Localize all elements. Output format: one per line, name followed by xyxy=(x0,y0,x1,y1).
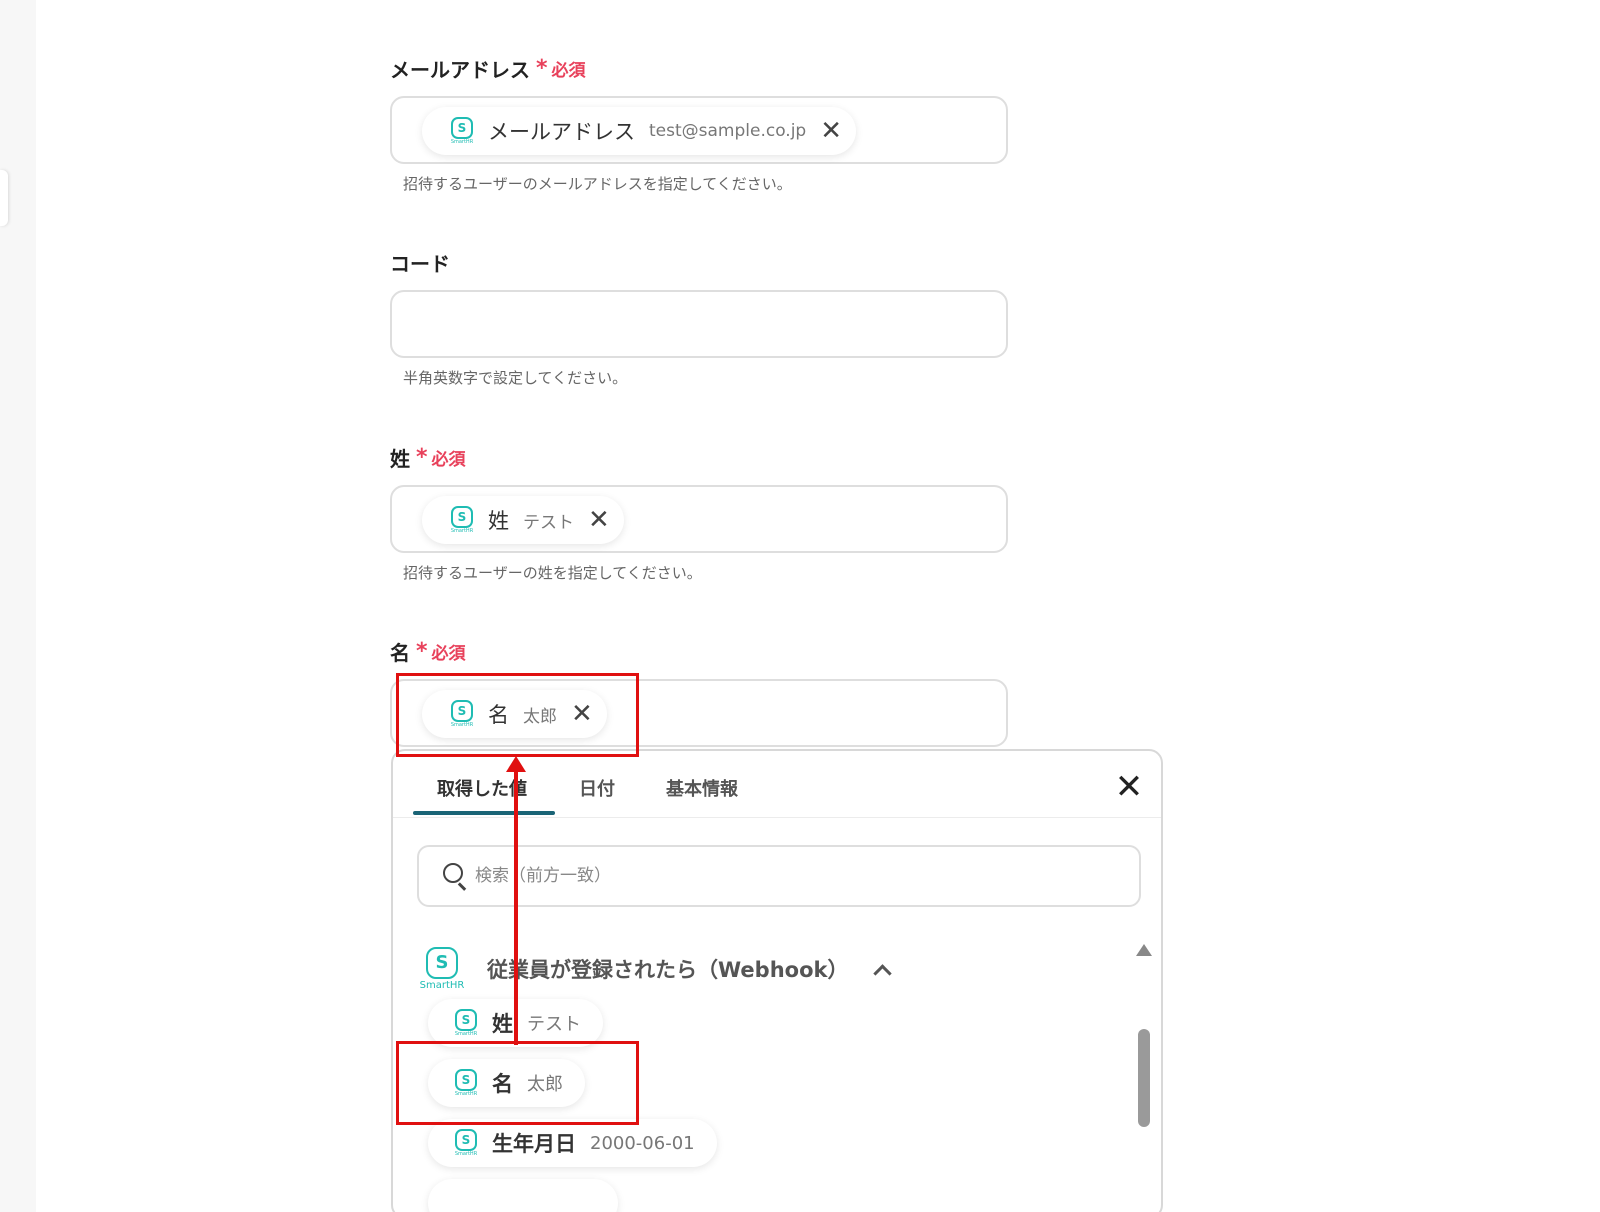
search-icon xyxy=(443,863,469,891)
search-box xyxy=(417,845,1141,907)
smarthr-logo-icon: S SmartHR xyxy=(450,1126,482,1160)
scrollbar-thumb[interactable] xyxy=(1138,1029,1150,1127)
tab-basic-info[interactable]: 基本情報 xyxy=(666,775,738,801)
field-hint: 招待するユーザーの姓を指定してください。 xyxy=(403,564,702,582)
annotation-arrow-line xyxy=(514,770,518,1045)
field-label: メールアドレス * 必須 xyxy=(390,55,586,82)
tab-divider xyxy=(393,817,1161,818)
field-label: 名 * 必須 xyxy=(390,638,466,665)
smarthr-logo-icon: S SmartHR xyxy=(446,114,478,148)
smarthr-logo-icon: S SmartHR xyxy=(450,1006,482,1040)
trigger-group-header[interactable]: S SmartHR 従業員が登録されたら（Webhook） xyxy=(419,944,893,994)
value-picker-popup: 取得した値 日付 基本情報 ✕ SSmartHR 従業員が登録されたら（Webh… xyxy=(391,749,1163,1212)
left-rail xyxy=(0,0,36,1212)
arrow-up-icon xyxy=(506,756,526,772)
option-birth-date[interactable]: S SmartHR 生年月日 2000-06-01 xyxy=(428,1119,717,1167)
field-code: コード 半角英数字で設定してください。 xyxy=(390,248,1010,388)
sidebar-toggle-tab[interactable] xyxy=(0,170,8,226)
close-icon[interactable]: ✕ xyxy=(820,118,842,144)
group-title: 従業員が登録されたら（Webhook） xyxy=(487,958,849,982)
value-chip[interactable]: S SmartHR メールアドレス test@sample.co.jp ✕ xyxy=(422,107,857,155)
field-email: メールアドレス * 必須 S SmartHR メールアドレス test@sample… xyxy=(390,54,1010,194)
required-badge: * 必須 xyxy=(416,638,466,664)
required-badge: * 必須 xyxy=(536,55,586,81)
annotation-highlight-source xyxy=(396,1041,639,1125)
field-label: コード xyxy=(390,251,450,276)
active-tab-indicator xyxy=(413,811,555,815)
annotation-highlight-target xyxy=(396,673,639,757)
value-chip[interactable]: S SmartHR 姓 テスト ✕ xyxy=(422,496,624,544)
scroll-up-arrow-icon[interactable] xyxy=(1136,944,1152,956)
field-label: 姓 * 必須 xyxy=(390,444,466,471)
chevron-up-icon[interactable] xyxy=(873,963,893,983)
email-field[interactable]: S SmartHR メールアドレス test@sample.co.jp ✕ xyxy=(390,96,1008,164)
field-hint: 半角英数字で設定してください。 xyxy=(403,369,628,387)
field-hint: 招待するユーザーのメールアドレスを指定してください。 xyxy=(403,175,792,193)
last-name-field[interactable]: S SmartHR 姓 テスト ✕ xyxy=(390,485,1008,553)
close-icon[interactable]: ✕ xyxy=(588,507,610,533)
smarthr-logo-icon: S SmartHR xyxy=(446,503,478,537)
tab-date[interactable]: 日付 xyxy=(579,775,615,801)
field-last-name: 姓 * 必須 S SmartHR 姓 テスト ✕ 招待するユーザーの姓を指定してくだ… xyxy=(390,443,1010,583)
option-partial[interactable] xyxy=(428,1179,618,1212)
search-input[interactable] xyxy=(475,866,1075,886)
required-badge: * 必須 xyxy=(416,444,466,470)
smarthr-logo-icon: S SmartHR xyxy=(419,944,465,994)
close-icon[interactable]: ✕ xyxy=(1113,767,1145,807)
code-field[interactable] xyxy=(390,290,1008,358)
